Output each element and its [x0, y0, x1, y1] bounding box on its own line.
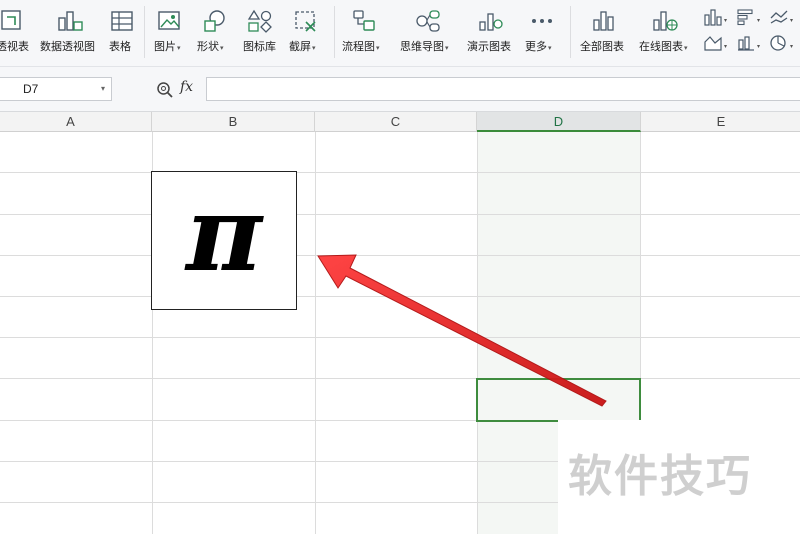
all-charts-label: 全部图表 [580, 40, 624, 53]
ribbon-separator [570, 6, 571, 58]
more-label: 更多 [525, 40, 547, 53]
dropdown-caret-icon: ▾ [312, 44, 316, 52]
grid-line [0, 337, 800, 338]
ribbon-separator [334, 6, 335, 58]
pivot-chart-label: 数据透视图 [40, 40, 95, 53]
screenshot-button[interactable]: 截屏▾ [288, 0, 326, 62]
svg-text:▾: ▾ [724, 43, 727, 50]
pi-symbol: π [184, 172, 264, 295]
grid-line [0, 255, 800, 256]
picture-label: 图片 [154, 40, 176, 53]
pivot-chart-button[interactable]: 数据透视图 [38, 0, 102, 62]
pie-chart-icon[interactable]: ▾ [769, 34, 797, 52]
grid-line [0, 172, 800, 173]
zoom-icon[interactable] [156, 81, 174, 99]
mind-map-label: 思维导图 [400, 40, 444, 53]
dropdown-caret-icon: ▾ [445, 44, 449, 52]
online-chart-label: 在线图表 [639, 40, 683, 53]
column-header-b[interactable]: B [152, 112, 315, 132]
column-chart-icon[interactable]: ▾ [703, 8, 731, 26]
mind-map-icon [416, 10, 440, 32]
formula-bar: D7 ▾ fx [0, 67, 800, 112]
area-chart-icon[interactable]: ▾ [703, 34, 731, 52]
column-header-e[interactable]: E [641, 112, 800, 132]
svg-text:▾: ▾ [757, 43, 760, 50]
online-chart-icon [653, 11, 678, 31]
name-box-dropdown-icon[interactable]: ▾ [101, 78, 105, 100]
pivot-table-label: 透视表 [0, 40, 29, 53]
dropdown-caret-icon: ▾ [548, 44, 552, 52]
stock-chart-icon[interactable]: ▾ [736, 34, 764, 52]
name-box-value: D7 [23, 82, 39, 96]
pivot-table-icon [1, 10, 21, 30]
shape-icon [204, 10, 225, 32]
column-header-c[interactable]: C [315, 112, 477, 132]
icon-library-button[interactable]: 图标库 [240, 0, 282, 62]
dropdown-caret-icon: ▾ [376, 44, 380, 52]
icon-library-icon [247, 9, 272, 33]
ribbon-separator [144, 6, 145, 58]
grid-line [0, 378, 800, 379]
table-label: 表格 [109, 40, 131, 53]
pivot-chart-icon [58, 11, 83, 31]
more-icon [532, 19, 552, 23]
demo-chart-label: 演示图表 [467, 40, 511, 53]
shape-button[interactable]: 形状▾ [196, 0, 234, 62]
table-button[interactable]: 表格 [106, 0, 138, 62]
svg-text:▾: ▾ [790, 43, 793, 50]
svg-text:▾: ▾ [724, 17, 727, 24]
picture-icon [158, 11, 180, 30]
line-chart-icon[interactable]: ▾ [769, 8, 797, 26]
dropdown-caret-icon: ▾ [220, 44, 224, 52]
pi-symbol-text: π [184, 172, 264, 295]
column-header-row: A B C D E [0, 112, 800, 132]
shape-label: 形状 [197, 40, 219, 53]
pivot-table-button[interactable]: 透视表 [0, 0, 32, 62]
svg-text:▾: ▾ [790, 17, 793, 24]
screenshot-label: 截屏 [289, 40, 311, 53]
mind-map-button[interactable]: 思维导图▾ [398, 0, 458, 62]
watermark: 软件技巧 [568, 451, 752, 502]
grid-line [0, 296, 800, 297]
selected-cell[interactable] [476, 378, 641, 422]
fx-icon[interactable]: fx [180, 79, 193, 95]
table-icon [111, 11, 133, 31]
flowchart-label: 流程图 [342, 40, 375, 53]
grid-line [477, 132, 478, 534]
icon-library-label: 图标库 [243, 40, 276, 53]
column-header-a[interactable]: A [0, 112, 152, 132]
demo-chart-icon [479, 13, 503, 31]
flowchart-icon [353, 10, 375, 31]
pi-symbol-image[interactable]: π [151, 171, 297, 310]
all-charts-icon [593, 11, 614, 31]
online-chart-button[interactable]: 在线图表▾ [637, 0, 697, 62]
flowchart-button[interactable]: 流程图▾ [340, 0, 388, 62]
formula-input[interactable] [206, 77, 800, 101]
more-button[interactable]: 更多▾ [522, 0, 562, 62]
bar-chart-icon[interactable]: ▾ [736, 8, 764, 26]
ribbon-toolbar: 透视表 数据透视图 表格 图片▾ 形状▾ 图标库 截屏▾ 流程图▾ 思维导图▾ … [0, 0, 800, 67]
dropdown-caret-icon: ▾ [684, 44, 688, 52]
demo-chart-button[interactable]: 演示图表 [464, 0, 518, 62]
picture-button[interactable]: 图片▾ [152, 0, 188, 62]
screenshot-icon [295, 11, 316, 32]
grid-line [0, 214, 800, 215]
svg-text:▾: ▾ [757, 17, 760, 24]
column-header-d[interactable]: D [477, 112, 641, 132]
grid-line [315, 132, 316, 534]
all-charts-button[interactable]: 全部图表 [578, 0, 632, 62]
name-box[interactable]: D7 ▾ [0, 77, 112, 101]
dropdown-caret-icon: ▾ [177, 44, 181, 52]
